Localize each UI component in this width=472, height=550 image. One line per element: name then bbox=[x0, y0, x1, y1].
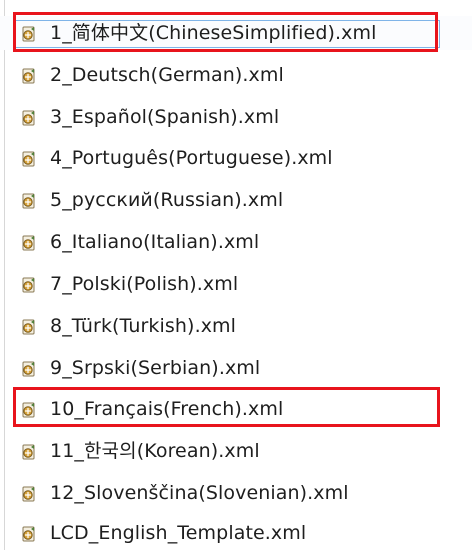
file-row-chinese-simplified[interactable]: 1_简体中文(ChineseSimplified).xml bbox=[0, 16, 472, 50]
file-name: 1_简体中文(ChineseSimplified).xml bbox=[50, 22, 377, 44]
file-name: 2_Deutsch(German).xml bbox=[50, 64, 284, 86]
file-name: 7_Polski(Polish).xml bbox=[50, 273, 239, 295]
file-name: 12_Slovenščina(Slovenian).xml bbox=[50, 482, 349, 504]
file-list: 1_简体中文(ChineseSimplified).xml 2_Deutsch(… bbox=[0, 0, 472, 550]
file-row-portuguese[interactable]: 4_Português(Portuguese).xml bbox=[0, 141, 472, 175]
file-row-german[interactable]: 2_Deutsch(German).xml bbox=[0, 58, 472, 92]
file-name: 8_Türk(Turkish).xml bbox=[50, 315, 237, 337]
file-name: 9_Srpski(Serbian).xml bbox=[50, 357, 261, 379]
file-name: 6_Italiano(Italian).xml bbox=[50, 231, 260, 253]
file-row-spanish[interactable]: 3_Español(Spanish).xml bbox=[0, 100, 472, 134]
file-row-turkish[interactable]: 8_Türk(Turkish).xml bbox=[0, 309, 472, 343]
file-name: LCD_English_Template.xml bbox=[50, 522, 307, 544]
file-name: 11_한국의(Korean).xml bbox=[50, 440, 260, 462]
file-row-polish[interactable]: 7_Polski(Polish).xml bbox=[0, 267, 472, 301]
file-row-french[interactable]: 10_Français(French).xml bbox=[0, 392, 472, 426]
xml-file-icon bbox=[22, 26, 35, 42]
file-row-korean[interactable]: 11_한국의(Korean).xml bbox=[0, 434, 472, 468]
file-row-serbian[interactable]: 9_Srpski(Serbian).xml bbox=[0, 351, 472, 385]
xml-file-icon bbox=[22, 277, 35, 293]
file-row-slovenian[interactable]: 12_Slovenščina(Slovenian).xml bbox=[0, 476, 472, 510]
file-name: 5_русский(Russian).xml bbox=[50, 189, 284, 211]
xml-file-icon bbox=[22, 68, 35, 84]
xml-file-icon bbox=[22, 151, 35, 167]
file-name: 3_Español(Spanish).xml bbox=[50, 106, 280, 128]
xml-file-icon bbox=[22, 361, 35, 377]
file-row-russian[interactable]: 5_русский(Russian).xml bbox=[0, 183, 472, 217]
xml-file-icon bbox=[22, 193, 35, 209]
xml-file-icon bbox=[22, 402, 35, 418]
file-name: 4_Português(Portuguese).xml bbox=[50, 147, 333, 169]
file-row-lcd-english-template[interactable]: LCD_English_Template.xml bbox=[0, 516, 472, 550]
file-row-italian[interactable]: 6_Italiano(Italian).xml bbox=[0, 225, 472, 259]
xml-file-icon bbox=[22, 319, 35, 335]
xml-file-icon bbox=[22, 444, 35, 460]
xml-file-icon bbox=[22, 110, 35, 126]
xml-file-icon bbox=[22, 486, 35, 502]
file-name: 10_Français(French).xml bbox=[50, 398, 284, 420]
xml-file-icon bbox=[22, 235, 35, 251]
xml-file-icon bbox=[22, 526, 35, 542]
